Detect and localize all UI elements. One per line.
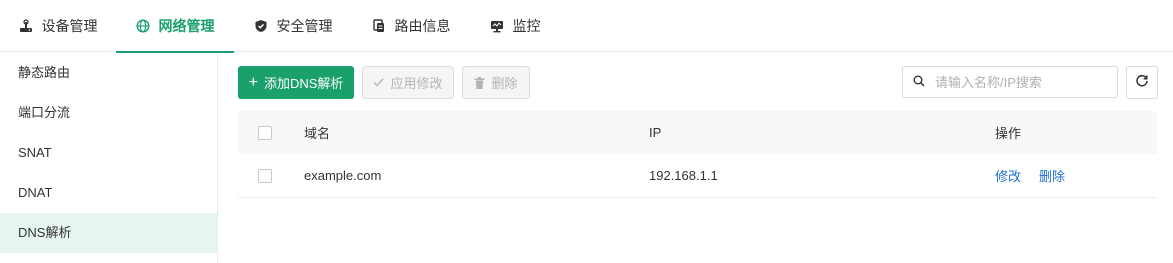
row-ip: 192.168.1.1 [649, 168, 718, 183]
tab-monitor[interactable]: 监控 [470, 0, 560, 52]
table-row: example.com 192.168.1.1 修改 删除 [238, 154, 1157, 198]
row-domain: example.com [304, 168, 382, 183]
search-icon [913, 75, 925, 90]
search-input[interactable] [935, 74, 1105, 90]
tab-network-management[interactable]: 网络管理 [116, 0, 234, 53]
sidebar-item-snat[interactable]: SNAT [0, 133, 217, 173]
dns-table: 域名 IP 操作 example.com 192.168.1.1 修改 删除 [238, 111, 1157, 198]
tab-label: 安全管理 [276, 18, 333, 34]
add-dns-label: 添加DNS解析 [263, 76, 344, 91]
apply-changes-button[interactable]: 应用修改 [362, 66, 454, 99]
column-header-actions: 操作 [995, 126, 1022, 141]
tab-label: 路由信息 [394, 18, 451, 34]
check-icon [373, 78, 384, 87]
row-actions: 修改 删除 [995, 154, 1083, 197]
refresh-button[interactable] [1126, 66, 1158, 99]
column-header-ip: IP [649, 125, 662, 140]
search-box [902, 66, 1118, 98]
sidebar-item-dns[interactable]: DNS解析 [0, 213, 217, 253]
plus-icon: + [248, 73, 258, 91]
monitor-icon [490, 19, 504, 33]
edit-link[interactable]: 修改 [995, 166, 1021, 185]
apply-changes-label: 应用修改 [390, 76, 443, 91]
refresh-icon [1135, 74, 1149, 91]
table-header: 域名 IP 操作 [238, 111, 1157, 154]
tab-label: 监控 [512, 18, 541, 34]
sidebar-item-port-split[interactable]: 端口分流 [0, 93, 217, 133]
select-all-checkbox[interactable] [258, 125, 272, 140]
top-navigation: 设备管理 网络管理 安全管理 路由信息 监控 [0, 0, 1173, 53]
add-dns-button[interactable]: + 添加DNS解析 [238, 66, 354, 99]
trash-icon [474, 76, 485, 89]
sidebar-item-static-route[interactable]: 静态路由 [0, 53, 217, 93]
delete-label: 删除 [491, 76, 518, 91]
tab-label: 网络管理 [158, 18, 215, 34]
tab-label: 设备管理 [41, 18, 98, 34]
document-icon [372, 19, 386, 33]
globe-icon [135, 19, 150, 33]
delete-link[interactable]: 删除 [1039, 166, 1065, 185]
tab-security-management[interactable]: 安全管理 [234, 0, 352, 52]
shield-icon [254, 19, 268, 33]
row-checkbox[interactable] [258, 168, 272, 183]
sidebar: 静态路由 端口分流 SNAT DNAT DNS解析 [0, 53, 218, 263]
delete-button[interactable]: 删除 [462, 66, 530, 99]
tab-device-management[interactable]: 设备管理 [0, 0, 116, 52]
tab-route-info[interactable]: 路由信息 [352, 0, 470, 52]
sidebar-item-dnat[interactable]: DNAT [0, 173, 217, 213]
device-icon [19, 19, 33, 33]
column-header-domain: 域名 [304, 126, 331, 141]
